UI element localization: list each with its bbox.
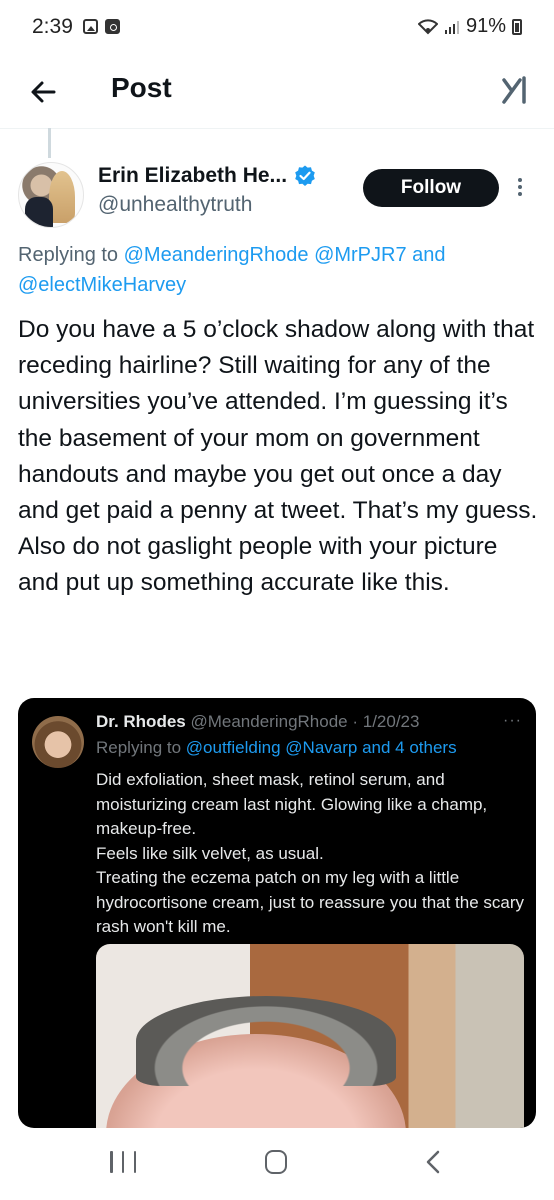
quoted-author-handle: @MeanderingRhode <box>190 712 348 731</box>
mention-link[interactable]: @electMikeHarvey <box>18 274 186 296</box>
back-chevron-icon[interactable] <box>420 1148 448 1176</box>
arrow-left-icon <box>31 81 56 103</box>
quoted-text-line: Treating the eczema patch on my leg with… <box>96 868 525 936</box>
author-name-row[interactable]: Erin Elizabeth He... <box>98 164 317 188</box>
back-button[interactable] <box>24 70 68 114</box>
mention-link[interactable]: @MrPJR7 <box>314 244 407 266</box>
signal-icon <box>444 20 459 34</box>
grok-icon <box>502 76 526 104</box>
gallery-notification-icon <box>83 19 98 34</box>
quoted-text-line: Feels like silk velvet, as usual. <box>96 843 324 863</box>
status-time: 2:39 <box>32 15 73 38</box>
quoted-more-icon: ··· <box>503 712 522 729</box>
post-text: Do you have a 5 o’clock shadow along wit… <box>18 316 538 597</box>
home-icon[interactable] <box>265 1150 287 1174</box>
quoted-date: 1/20/23 <box>362 712 420 731</box>
quoted-mention: @outfielding <box>185 738 281 757</box>
battery-icon <box>512 18 522 35</box>
grok-button[interactable] <box>498 72 534 108</box>
quoted-author-name: Dr. Rhodes <box>96 712 186 731</box>
status-bar: 2:39 91% <box>0 0 554 56</box>
wifi-icon <box>417 18 438 34</box>
author-handle[interactable]: @unhealthytruth <box>98 193 252 217</box>
author-avatar[interactable] <box>18 162 84 228</box>
more-vertical-icon[interactable] <box>515 175 525 203</box>
quoted-mention: @Navarp and 4 others <box>285 738 457 757</box>
page-title: Post <box>111 72 172 103</box>
quoted-text: Did exfoliation, sheet mask, retinol ser… <box>96 768 526 940</box>
quoted-separator: · <box>347 712 363 731</box>
verified-badge-icon <box>295 165 315 186</box>
battery-percent: 91% <box>465 15 506 37</box>
status-right: 91% <box>417 15 522 38</box>
follow-button[interactable]: Follow <box>363 169 499 207</box>
quoted-replying-prefix: Replying to <box>96 738 186 757</box>
quoted-replying-to: Replying to @outfielding @Navarp and 4 o… <box>96 738 457 758</box>
quoted-text-line: Did exfoliation, sheet mask, retinol ser… <box>96 770 488 838</box>
quoted-post-card[interactable]: Dr. Rhodes @MeanderingRhode · 1/20/23 ··… <box>18 698 536 1128</box>
replying-prefix: Replying to <box>18 244 124 266</box>
app-header: Post <box>0 56 554 129</box>
replying-to: Replying to @MeanderingRhode @MrPJR7 and… <box>18 240 538 300</box>
author-name: Erin Elizabeth He... <box>98 164 288 187</box>
recents-icon[interactable] <box>110 1151 136 1175</box>
mention-link[interactable]: @MeanderingRhode <box>124 244 309 266</box>
quoted-author-avatar <box>32 716 84 768</box>
replying-and: and <box>406 244 446 266</box>
thread-connector-line <box>48 128 51 158</box>
quoted-author-row: Dr. Rhodes @MeanderingRhode · 1/20/23 <box>96 712 419 732</box>
quoted-photo[interactable] <box>96 944 524 1128</box>
nfc-notification-icon <box>105 19 120 34</box>
system-nav-bar <box>0 1128 554 1200</box>
quoted-photo-hair <box>136 996 396 1086</box>
